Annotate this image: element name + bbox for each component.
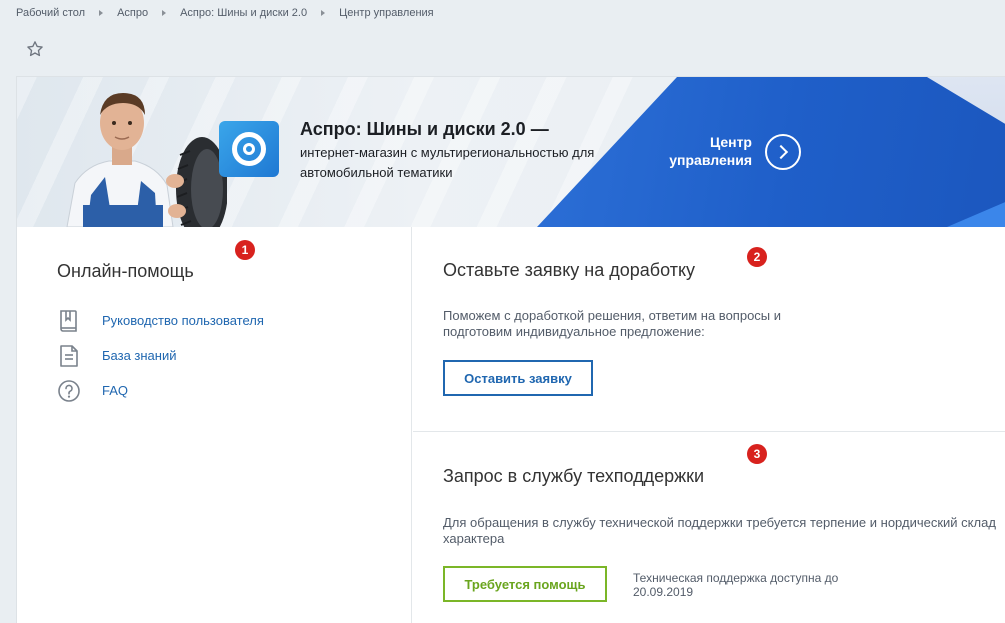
breadcrumb-item-desktop[interactable]: Рабочий стол (16, 7, 85, 19)
aspro-logo-icon (219, 121, 279, 177)
help-item-user-guide[interactable]: Руководство пользователя (57, 303, 264, 338)
breadcrumb-separator-icon (321, 10, 326, 16)
control-center-panel: Аспро: Шины и диски 2.0 — интернет-магаз… (16, 76, 1005, 623)
breadcrumb-separator-icon (162, 10, 167, 16)
breadcrumb: Рабочий стол Аспро Аспро: Шины и диски 2… (16, 7, 434, 19)
marker-badge-3: 3 (747, 444, 767, 464)
support-request-section: 3 Запрос в службу техподдержки Для обращ… (413, 432, 1005, 623)
mechanic-with-tire-illustration (66, 93, 227, 227)
knowledge-base-link[interactable]: База знаний (102, 348, 177, 363)
book-icon (57, 309, 81, 333)
breadcrumb-separator-icon (99, 10, 104, 16)
breadcrumb-item-solution[interactable]: Аспро: Шины и диски 2.0 (180, 7, 307, 19)
development-request-section: 2 Оставьте заявку на доработку Поможем с… (413, 227, 1005, 432)
marker-badge-1: 1 (235, 240, 255, 260)
breadcrumb-item-aspro[interactable]: Аспро (117, 7, 148, 19)
help-item-faq[interactable]: FAQ (57, 373, 264, 408)
banner: Аспро: Шины и диски 2.0 — интернет-магаз… (17, 77, 1005, 227)
online-help-title: Онлайн-помощь (57, 261, 194, 281)
user-guide-link[interactable]: Руководство пользователя (102, 313, 264, 328)
help-links-list: Руководство пользователя База знаний FAQ (57, 303, 264, 408)
request-description: Поможем с доработкой решения, ответим на… (443, 308, 782, 339)
submit-request-button[interactable]: Оставить заявку (443, 360, 593, 396)
marker-badge-2: 2 (747, 247, 767, 267)
faq-link[interactable]: FAQ (102, 383, 128, 398)
banner-title: Аспро: Шины и диски 2.0 — (300, 119, 549, 139)
support-availability-note: Техническая поддержка доступна до 20.09.… (633, 571, 839, 599)
document-icon (57, 344, 81, 368)
banner-subtitle: интернет-магазин с мультирегиональностью… (300, 145, 595, 180)
control-center-button[interactable] (765, 134, 801, 170)
breadcrumb-item-current: Центр управления (339, 7, 434, 19)
online-help-section: 1 Онлайн-помощь Руководство пользователя… (17, 227, 412, 623)
support-description: Для обращения в службу технической подде… (443, 515, 996, 546)
help-item-knowledge-base[interactable]: База знаний (57, 338, 264, 373)
control-center-label[interactable]: Центр управления (647, 133, 752, 169)
chevron-right-icon (773, 144, 789, 160)
favorite-star-icon[interactable] (26, 40, 44, 58)
need-help-button[interactable]: Требуется помощь (443, 566, 607, 602)
request-title: Оставьте заявку на доработку (443, 260, 696, 280)
right-column: 2 Оставьте заявку на доработку Поможем с… (413, 227, 1005, 623)
question-icon (57, 379, 81, 403)
support-title: Запрос в службу техподдержки (443, 466, 705, 486)
